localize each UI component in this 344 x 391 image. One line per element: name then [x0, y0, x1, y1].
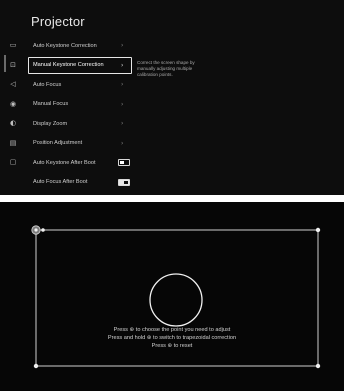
instruction-select-point: Press ⊛ to choose the point you need to …	[0, 327, 344, 333]
menu-item-label: Manual Keystone Correction	[33, 62, 104, 69]
instruction-text-after: to choose the point you need to adjust	[134, 327, 231, 333]
keystone-adjustment-screen: Press ⊛ to choose the point you need to …	[0, 202, 344, 391]
menu-item-auto-focus[interactable]: ◁ Auto Focus ›	[0, 75, 140, 95]
auto-focus-after-boot-toggle[interactable]	[118, 178, 130, 186]
menu-item-label: Auto Keystone Correction	[33, 42, 97, 49]
auto-focus-icon: ◁	[10, 80, 16, 89]
chevron-right-icon: ›	[121, 61, 124, 69]
menu-item-auto-keystone-correction[interactable]: ▭ Auto Keystone Correction ›	[0, 36, 140, 56]
projector-settings-panel: Projector ▭ Auto Keystone Correction › ⊡…	[0, 0, 344, 195]
instruction-trapezoidal: Press and hold ⊛ to switch to trapezoida…	[0, 335, 344, 341]
page-title: Projector	[31, 14, 85, 29]
manual-keystone-icon: ⊡	[10, 60, 16, 69]
menu-item-label: Auto Focus After Boot	[33, 179, 88, 186]
option-description: Correct the screen shape by manually adj…	[137, 60, 195, 77]
menu-item-auto-focus-after-boot[interactable]: Auto Focus After Boot	[0, 173, 140, 193]
corner-handle-center	[34, 228, 38, 232]
chevron-right-icon: ›	[121, 120, 124, 128]
menu-item-label: Auto Keystone After Boot	[33, 159, 96, 166]
menu-item-display-zoom[interactable]: ◐ Display Zoom ›	[0, 114, 140, 134]
menu-item-label: Position Adjustment	[33, 140, 83, 147]
toggle-knob	[124, 180, 128, 184]
edge-handle-top-left[interactable]	[41, 228, 45, 232]
keystone-frame-canvas	[31, 225, 321, 369]
display-zoom-icon: ◐	[9, 119, 17, 128]
keystone-icon: ▭	[9, 41, 17, 50]
chevron-right-icon: ›	[121, 139, 124, 147]
instruction-text-before: Press and hold	[107, 335, 147, 341]
chevron-right-icon: ›	[121, 42, 124, 50]
menu-item-manual-focus[interactable]: ◉ Manual Focus ›	[0, 95, 140, 115]
menu-item-position-adjustment[interactable]: ▤ Position Adjustment ›	[0, 134, 140, 154]
position-adjustment-icon: ▤	[9, 138, 17, 147]
auto-keystone-after-boot-toggle[interactable]	[118, 159, 130, 167]
menu-item-label: Auto Focus	[33, 81, 62, 88]
corner-handle-bottom-right[interactable]	[315, 363, 321, 369]
chevron-right-icon: ›	[121, 100, 124, 108]
corner-handle-top-right[interactable]	[315, 227, 321, 233]
settings-menu: ▭ Auto Keystone Correction › ⊡ Manual Ke…	[0, 36, 140, 192]
chevron-right-icon: ›	[121, 81, 124, 89]
instruction-reset: Press ⊛ to reset	[0, 343, 344, 349]
reference-circle	[149, 273, 203, 327]
instruction-text-after: to switch to trapezoidal correction	[151, 335, 237, 341]
menu-item-auto-keystone-after-boot[interactable]: ▢ Auto Keystone After Boot	[0, 153, 140, 173]
manual-focus-icon: ◉	[9, 99, 17, 108]
toggle-knob	[120, 161, 124, 165]
instruction-text-after: to reset	[172, 343, 193, 349]
instruction-text-before: Press	[151, 343, 168, 349]
instruction-text-before: Press	[113, 327, 130, 333]
menu-item-label: Display Zoom	[33, 120, 68, 127]
menu-item-manual-keystone-correction[interactable]: ⊡ Manual Keystone Correction ›	[0, 56, 140, 76]
corner-handle-bottom-left[interactable]	[33, 363, 39, 369]
menu-item-label: Manual Focus	[33, 101, 69, 108]
boot-keystone-icon: ▢	[9, 158, 17, 167]
